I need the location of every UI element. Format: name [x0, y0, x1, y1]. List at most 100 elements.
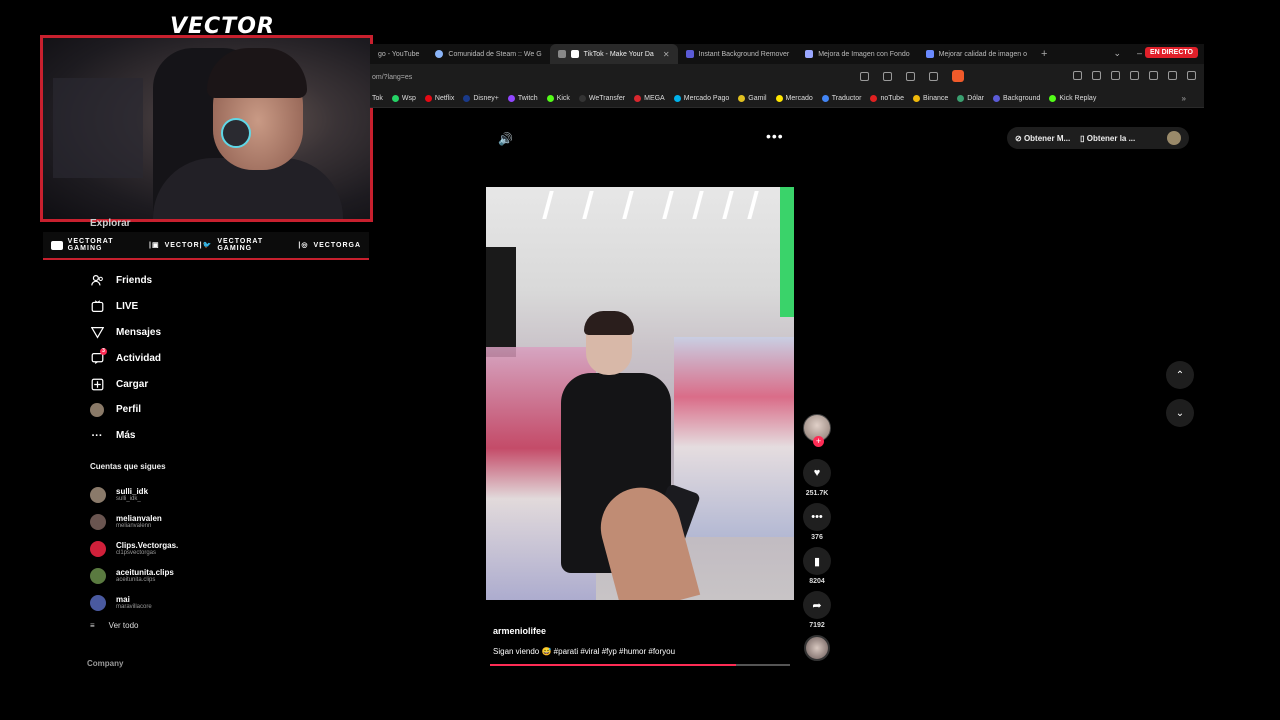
sidebar-item-mas[interactable]: ··· Más: [90, 423, 161, 449]
list-item[interactable]: Clips.Vectorgas. cl1psvectorgas: [90, 535, 178, 562]
bookmark-notube[interactable]: noTube: [870, 95, 904, 102]
sidebar-item-mensajes[interactable]: Mensajes: [90, 320, 161, 346]
ceiling-light: [622, 191, 634, 219]
bookmark-wsp[interactable]: Wsp: [391, 95, 416, 102]
list-item[interactable]: melianvalen melianvalenn: [90, 508, 178, 535]
comment-count: 376: [811, 534, 823, 541]
new-tab-button[interactable]: +: [1041, 48, 1047, 60]
volume-icon[interactable]: 🔊: [498, 132, 513, 146]
tab-list-icon[interactable]: ⌄: [1113, 48, 1121, 59]
url-text[interactable]: om/?lang=es: [372, 74, 412, 81]
translate-icon[interactable]: [883, 72, 892, 81]
tab-background-remover[interactable]: Instant Background Remover: [678, 44, 798, 64]
kick-replay-icon: [1049, 95, 1057, 102]
sidebar-item-live[interactable]: LIVE: [90, 294, 161, 320]
bookmark-icon[interactable]: ▮: [803, 547, 831, 575]
list-item[interactable]: aceitunita.clips aceitunita.clips: [90, 562, 178, 589]
progress-fill: [490, 664, 736, 666]
tab-image-enhancer[interactable]: Mejora de Imagen con Fondo: [797, 44, 917, 64]
bookmark-mercado[interactable]: Mercado: [775, 95, 813, 102]
bookmark-wetransfer[interactable]: WeTransfer: [578, 95, 625, 102]
gmail-icon: [738, 95, 746, 102]
live-icon: [90, 300, 104, 314]
music-icon[interactable]: [1092, 71, 1101, 80]
vpn-icon[interactable]: [1168, 71, 1177, 80]
see-all-button[interactable]: ≡ Ver todo: [90, 621, 138, 630]
bookmark-tiktok[interactable]: Tok: [372, 95, 383, 102]
bookmark-binance[interactable]: Binance: [912, 95, 948, 102]
next-video-button[interactable]: ⌄: [1166, 399, 1194, 427]
store-pillar: [780, 187, 794, 317]
tab-image-quality[interactable]: Mejorar calidad de imagen o: [918, 44, 1035, 64]
bookmark-kick[interactable]: Kick: [546, 95, 570, 102]
follow-plus-icon[interactable]: +: [813, 436, 824, 447]
brave-shield-icon[interactable]: [952, 70, 964, 82]
video-author[interactable]: armeniolifee: [493, 626, 546, 636]
get-app-button[interactable]: ▯ Obtener la ...: [1080, 134, 1135, 143]
wallet-icon[interactable]: [1130, 71, 1139, 80]
reader-icon[interactable]: [860, 72, 869, 81]
avatar[interactable]: [1167, 131, 1181, 145]
sidebar-item-explorar[interactable]: Explorar: [90, 218, 131, 229]
social-twitter: 🐦 VECTORAT GAMING: [202, 238, 264, 252]
friends-icon: [90, 274, 104, 288]
minimize-icon[interactable]: –: [1137, 48, 1142, 59]
close-tab-icon[interactable]: ✕: [663, 50, 670, 59]
comment-icon[interactable]: •••: [803, 503, 831, 531]
footer-company-link[interactable]: Company: [87, 659, 123, 668]
tab-steam[interactable]: Comunidad de Steam :: We G: [427, 44, 549, 64]
heart-icon[interactable]: ♥: [803, 459, 831, 487]
microphone: [221, 118, 251, 148]
screenshot-icon[interactable]: [1073, 71, 1082, 80]
share-icon[interactable]: ➦: [803, 591, 831, 619]
mercado-pago-icon: [673, 95, 681, 102]
address-bar[interactable]: om/?lang=es: [370, 64, 1204, 90]
volume-icon: [557, 50, 566, 58]
tab-youtube[interactable]: go - YouTube: [370, 44, 427, 64]
bookmark-mercado-pago[interactable]: Mercado Pago: [673, 95, 729, 102]
wetransfer-icon: [578, 95, 586, 102]
youtube-icon: [51, 240, 63, 250]
previous-video-button[interactable]: ⌃: [1166, 361, 1194, 389]
more-bookmarks-icon[interactable]: »: [1182, 94, 1186, 103]
music-disc-icon[interactable]: [804, 635, 830, 661]
bookmark-kick-replay[interactable]: Kick Replay: [1049, 95, 1096, 102]
mega-icon: [634, 95, 642, 102]
bookmark-disney[interactable]: Disney+: [463, 95, 499, 102]
twitch-icon: [507, 95, 515, 102]
sidebar-item-actividad[interactable]: 3 Actividad: [90, 345, 161, 371]
notification-badge: 3: [100, 348, 107, 356]
bookmark-gamil[interactable]: Gamil: [738, 95, 767, 102]
menu-icon[interactable]: [1187, 71, 1196, 80]
cast-icon[interactable]: [906, 72, 915, 81]
bookmark-twitch[interactable]: Twitch: [507, 95, 538, 102]
sidebar-item-friends[interactable]: Friends: [90, 268, 161, 294]
list-item[interactable]: sulli_idk sulli_idk_: [90, 481, 178, 508]
bookmark-background[interactable]: Background: [993, 95, 1040, 102]
more-options-icon[interactable]: •••: [766, 128, 784, 144]
dollar-icon: [957, 95, 965, 102]
bookmark-netflix[interactable]: Netflix: [424, 95, 454, 102]
comment-action: ••• 376: [802, 503, 832, 544]
bookmark-mega[interactable]: MEGA: [634, 95, 665, 102]
video-progress-bar[interactable]: [490, 664, 790, 666]
store-sign: [486, 247, 516, 357]
bookmark-traductor[interactable]: Traductor: [821, 95, 861, 102]
sidebar-icon[interactable]: [1111, 71, 1120, 80]
twitter-icon: 🐦: [202, 242, 213, 249]
ai-icon[interactable]: [1149, 71, 1158, 80]
browser-tab-bar: go - YouTube Comunidad de Steam :: We G …: [370, 44, 1204, 64]
sidebar-item-perfil[interactable]: Perfil: [90, 397, 161, 423]
video-player[interactable]: [486, 187, 794, 600]
get-coins-button[interactable]: ⊘ Obtener M...: [1015, 134, 1070, 143]
list-item[interactable]: mai maravillacore: [90, 589, 178, 616]
following-title: Cuentas que sigues: [90, 462, 166, 471]
creator-avatar[interactable]: +: [803, 414, 831, 447]
bookmark-dolar[interactable]: Dólar: [957, 95, 984, 102]
share-icon[interactable]: [929, 72, 938, 81]
tab-tiktok[interactable]: TikTok - Make Your Da ✕: [549, 44, 678, 64]
netflix-icon: [424, 95, 432, 102]
background-remover-icon: [685, 50, 694, 58]
kick-icon: [546, 95, 554, 102]
sidebar-item-cargar[interactable]: Cargar: [90, 371, 161, 397]
